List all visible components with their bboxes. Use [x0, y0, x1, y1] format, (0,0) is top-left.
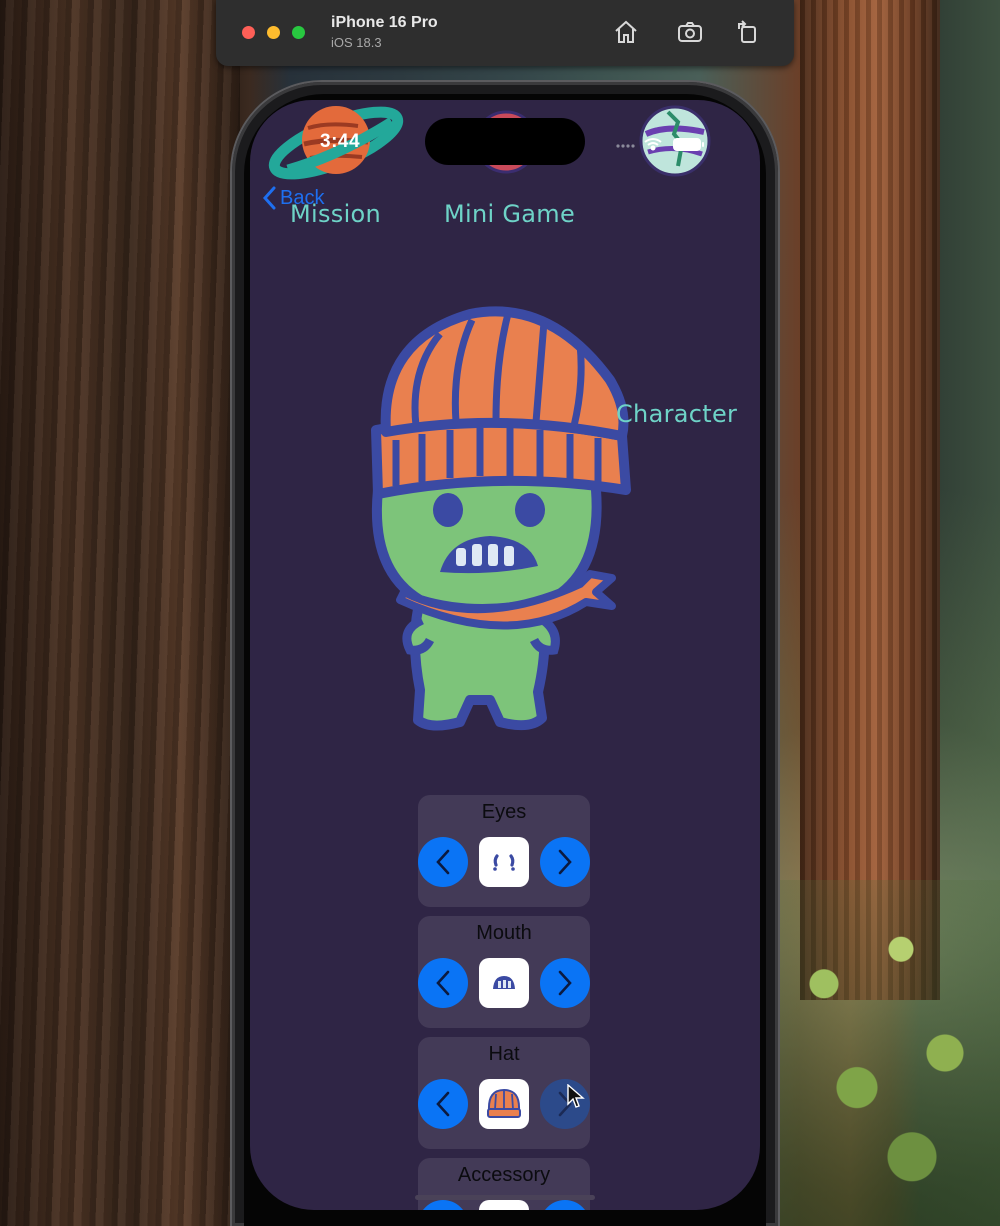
background-tree-trunk-right — [800, 0, 940, 1000]
accessory-previous-button[interactable] — [418, 1200, 468, 1210]
screenshot-button[interactable] — [676, 18, 704, 46]
eyes-preview-icon — [493, 854, 515, 871]
hat-previous-button[interactable] — [418, 1079, 468, 1129]
simulator-os-version: iOS 18.3 — [331, 35, 382, 50]
home-icon — [615, 20, 637, 43]
home-indicator — [415, 1195, 595, 1200]
picker-mouth: Mouth — [418, 916, 590, 1028]
accessory-preview — [479, 1200, 529, 1210]
chevron-left-icon — [436, 849, 450, 875]
mouse-cursor-icon — [567, 1084, 585, 1108]
picker-accessory: Accessory — [418, 1158, 590, 1210]
back-button-label: Back — [280, 186, 325, 209]
nav-tabs: Mission Mini Game Character — [250, 200, 760, 428]
tab-mini-game[interactable]: Mini Game — [444, 200, 575, 228]
mouth-preview-icon — [493, 976, 515, 989]
background-foliage — [780, 880, 1000, 1226]
accessory-next-button[interactable] — [540, 1200, 590, 1210]
rotate-icon — [738, 20, 756, 43]
chevron-right-icon — [558, 970, 572, 996]
battery-icon — [673, 138, 704, 151]
picker-hat-label: Hat — [488, 1043, 520, 1065]
picker-hat: Hat — [418, 1037, 590, 1149]
mouth-next-button[interactable] — [540, 958, 590, 1008]
chevron-left-icon — [436, 970, 450, 996]
wifi-icon — [644, 138, 662, 151]
dynamic-island — [425, 118, 585, 165]
home-button[interactable] — [612, 18, 640, 46]
signal-dots-icon — [616, 144, 635, 148]
chevron-left-icon — [436, 1091, 450, 1117]
screenshot-icon — [678, 22, 702, 42]
window-zoom-button[interactable] — [292, 26, 305, 39]
simulator-toolbar: iPhone 16 Pro iOS 18.3 — [216, 0, 794, 66]
picker-eyes-label: Eyes — [481, 801, 527, 823]
picker-mouth-label: Mouth — [476, 922, 532, 944]
window-minimize-button[interactable] — [267, 26, 280, 39]
mouth-preview — [479, 958, 529, 1008]
window-close-button[interactable] — [242, 26, 255, 39]
background-tree-trunk-left — [0, 0, 240, 1226]
mouth-previous-button[interactable] — [418, 958, 468, 1008]
beanie-hat-icon — [487, 1088, 521, 1118]
chevron-left-icon — [262, 186, 276, 210]
eyes-preview — [479, 837, 529, 887]
rotate-button[interactable] — [734, 18, 762, 46]
status-icons — [615, 134, 705, 159]
eyes-next-button[interactable] — [540, 837, 590, 887]
picker-accessory-label: Accessory — [457, 1164, 551, 1186]
hat-preview — [479, 1079, 529, 1129]
picker-eyes: Eyes — [418, 795, 590, 907]
status-time: 3:44 — [320, 131, 361, 152]
simulator-device-name: iPhone 16 Pro — [331, 14, 438, 31]
chevron-right-icon — [558, 849, 572, 875]
back-button[interactable]: Back — [262, 186, 324, 210]
eyes-previous-button[interactable] — [418, 837, 468, 887]
app-screen: 3:44 Back Mission Mini Game Character Ey… — [250, 100, 760, 1210]
tab-character[interactable]: Character — [616, 400, 760, 840]
character-illustration — [371, 306, 631, 731]
